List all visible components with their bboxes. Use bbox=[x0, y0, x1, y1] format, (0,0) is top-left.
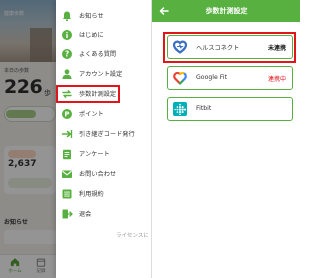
mail-icon bbox=[62, 170, 72, 178]
left-phone-screen: 健康歩数 本日の歩数 226 歩 2,637 お知らせ ホーム 記録 お知らせ … bbox=[0, 0, 148, 278]
logout-icon bbox=[62, 209, 73, 219]
service-name: Google Fit bbox=[196, 74, 228, 81]
menu-item-terms[interactable]: 利用規約 bbox=[56, 184, 148, 204]
menu-item-withdraw[interactable]: 退会 bbox=[56, 204, 148, 224]
menu-highlight-frame bbox=[56, 85, 120, 103]
service-status: 連携中 bbox=[267, 76, 286, 83]
menu-item-label: お知らせ bbox=[79, 13, 104, 20]
point-icon: P bbox=[62, 109, 72, 119]
menu-item-label: アンケート bbox=[79, 151, 110, 158]
svg-text:?: ? bbox=[65, 50, 69, 59]
person-icon bbox=[62, 69, 72, 79]
menu-item-label: よくある質問 bbox=[79, 51, 117, 58]
fitbit-icon bbox=[173, 102, 187, 116]
info-icon bbox=[62, 30, 72, 40]
service-google-fit[interactable]: Google Fit 連携中 bbox=[167, 66, 293, 90]
license-link[interactable]: ライセンスについて bbox=[116, 231, 148, 239]
menu-item-account-settings[interactable]: アカウント設定 bbox=[56, 64, 148, 84]
bell-icon bbox=[63, 11, 71, 22]
document-icon bbox=[62, 189, 72, 199]
drawer-overlay[interactable] bbox=[0, 0, 60, 278]
transfer-icon bbox=[61, 130, 73, 138]
menu-item-label: ポイント bbox=[79, 111, 104, 118]
menu-item-label: 利用規約 bbox=[79, 191, 104, 198]
menu-item-intro[interactable]: はじめに bbox=[56, 25, 148, 45]
clipboard-icon bbox=[63, 149, 71, 160]
google-fit-icon bbox=[173, 71, 187, 85]
menu-item-label: はじめに bbox=[79, 32, 104, 39]
menu-item-contact[interactable]: お問い合わせ bbox=[56, 164, 148, 184]
menu-item-points[interactable]: P ポイント bbox=[56, 104, 148, 124]
menu-item-label: 引き継ぎコード発行 bbox=[79, 131, 135, 138]
service-name: Fitbit bbox=[196, 105, 212, 112]
menu-item-notices[interactable]: お知らせ bbox=[56, 6, 148, 26]
service-highlight-frame bbox=[163, 32, 296, 63]
menu-item-survey[interactable]: アンケート bbox=[56, 144, 148, 164]
app-header: 歩数計測設定 bbox=[152, 0, 300, 22]
service-fitbit[interactable]: Fitbit bbox=[167, 97, 293, 121]
navigation-drawer: お知らせ はじめに ? よくある質問 アカウント設定 歩数計測設定 P ポイント… bbox=[56, 0, 148, 278]
svg-text:P: P bbox=[64, 111, 69, 119]
page-title: 歩数計測設定 bbox=[205, 7, 248, 15]
menu-item-faq[interactable]: ? よくある質問 bbox=[56, 44, 148, 64]
question-icon: ? bbox=[62, 49, 72, 59]
menu-item-transfer-code[interactable]: 引き継ぎコード発行 bbox=[56, 124, 148, 144]
menu-item-label: お問い合わせ bbox=[79, 171, 117, 178]
menu-item-label: アカウント設定 bbox=[79, 71, 123, 78]
menu-item-label: 退会 bbox=[79, 211, 92, 218]
right-phone-screen: 歩数計測設定 ヘルスコネクト 未連携 Google Fit 連携中 Fitbit bbox=[151, 0, 300, 278]
